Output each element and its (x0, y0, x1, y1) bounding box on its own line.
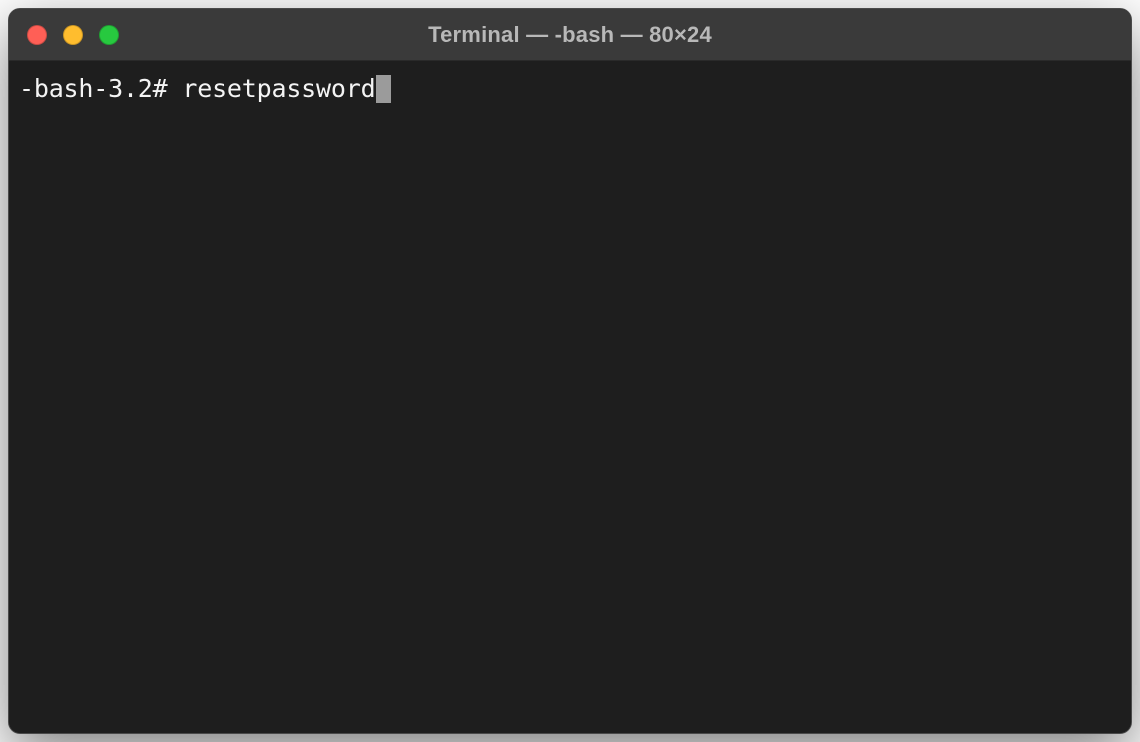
command-input[interactable]: resetpassword (182, 73, 375, 106)
terminal-body[interactable]: -bash-3.2# resetpassword (9, 61, 1131, 733)
window-title: Terminal — -bash — 80×24 (9, 22, 1131, 48)
titlebar[interactable]: Terminal — -bash — 80×24 (9, 9, 1131, 61)
zoom-icon[interactable] (99, 25, 119, 45)
shell-prompt: -bash-3.2# (19, 73, 182, 106)
cursor-icon (376, 75, 391, 103)
terminal-line: -bash-3.2# resetpassword (19, 73, 1121, 106)
traffic-lights (9, 25, 119, 45)
close-icon[interactable] (27, 25, 47, 45)
terminal-window: Terminal — -bash — 80×24 -bash-3.2# rese… (8, 8, 1132, 734)
minimize-icon[interactable] (63, 25, 83, 45)
